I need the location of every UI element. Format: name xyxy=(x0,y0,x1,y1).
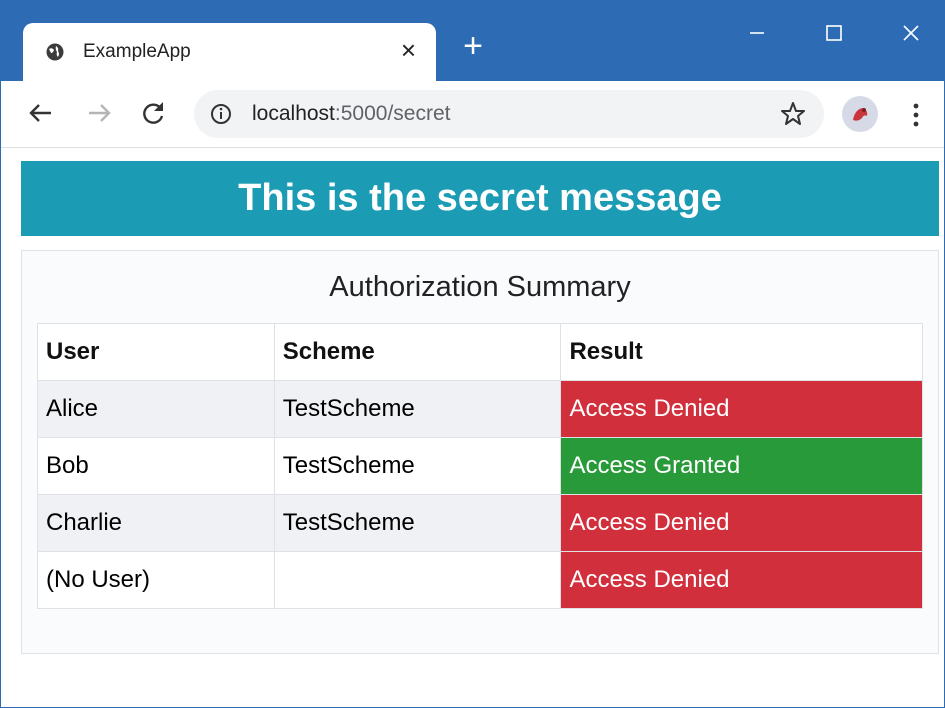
close-icon[interactable]: × xyxy=(401,35,416,65)
globe-icon xyxy=(46,43,64,61)
user-cell: Charlie xyxy=(37,494,275,552)
user-cell: (No User) xyxy=(37,551,275,609)
result-cell: Access Granted xyxy=(560,437,923,495)
browser-window: ExampleApp × + localhost:5000/secret Thi… xyxy=(0,0,945,708)
info-icon[interactable] xyxy=(210,103,232,125)
table-row: (No User) Access Denied xyxy=(37,551,923,609)
scheme-cell xyxy=(273,551,562,609)
address-bar[interactable]: localhost:5000/secret xyxy=(194,90,824,138)
reload-icon[interactable] xyxy=(137,97,169,129)
result-cell: Access Denied xyxy=(560,494,923,552)
column-header-scheme: Scheme xyxy=(273,323,562,381)
scheme-cell: TestScheme xyxy=(273,380,562,438)
column-header-user: User xyxy=(37,323,275,381)
title-bar: ExampleApp × + xyxy=(1,1,944,81)
forward-arrow-icon[interactable] xyxy=(83,97,115,129)
secret-message-banner: This is the secret message xyxy=(21,161,939,236)
user-cell: Bob xyxy=(37,437,275,495)
browser-tab[interactable]: ExampleApp × xyxy=(23,23,436,81)
table-row: Bob TestScheme Access Granted xyxy=(37,437,923,495)
result-cell: Access Denied xyxy=(560,380,923,438)
result-cell: Access Denied xyxy=(560,551,923,609)
tab-title: ExampleApp xyxy=(83,41,191,62)
card-title: Authorization Summary xyxy=(329,271,631,303)
scheme-cell: TestScheme xyxy=(273,437,562,495)
menu-dots-icon[interactable] xyxy=(907,100,925,130)
url-path: :5000/secret xyxy=(334,102,451,125)
url-host: localhost xyxy=(252,102,335,125)
scheme-cell: TestScheme xyxy=(273,494,562,552)
browser-toolbar: localhost:5000/secret xyxy=(1,81,944,148)
maximize-icon[interactable] xyxy=(814,15,854,51)
window-close-icon[interactable] xyxy=(891,15,931,51)
plus-icon[interactable]: + xyxy=(459,29,487,63)
user-cell: Alice xyxy=(37,380,275,438)
url-text[interactable]: localhost:5000/secret xyxy=(252,102,450,126)
column-header-result: Result xyxy=(560,323,923,381)
table-header-row: User Scheme Result xyxy=(37,323,923,381)
star-icon[interactable] xyxy=(779,100,807,128)
profile-avatar-icon[interactable] xyxy=(842,96,878,132)
back-arrow-icon[interactable] xyxy=(25,97,57,129)
authorization-summary-card: Authorization Summary User Scheme Result… xyxy=(21,250,939,654)
table-row: Alice TestScheme Access Denied xyxy=(37,380,923,438)
table-row: Charlie TestScheme Access Denied xyxy=(37,494,923,552)
authorization-table: User Scheme Result Alice TestScheme Acce… xyxy=(37,323,923,609)
minimize-icon[interactable] xyxy=(737,15,777,51)
